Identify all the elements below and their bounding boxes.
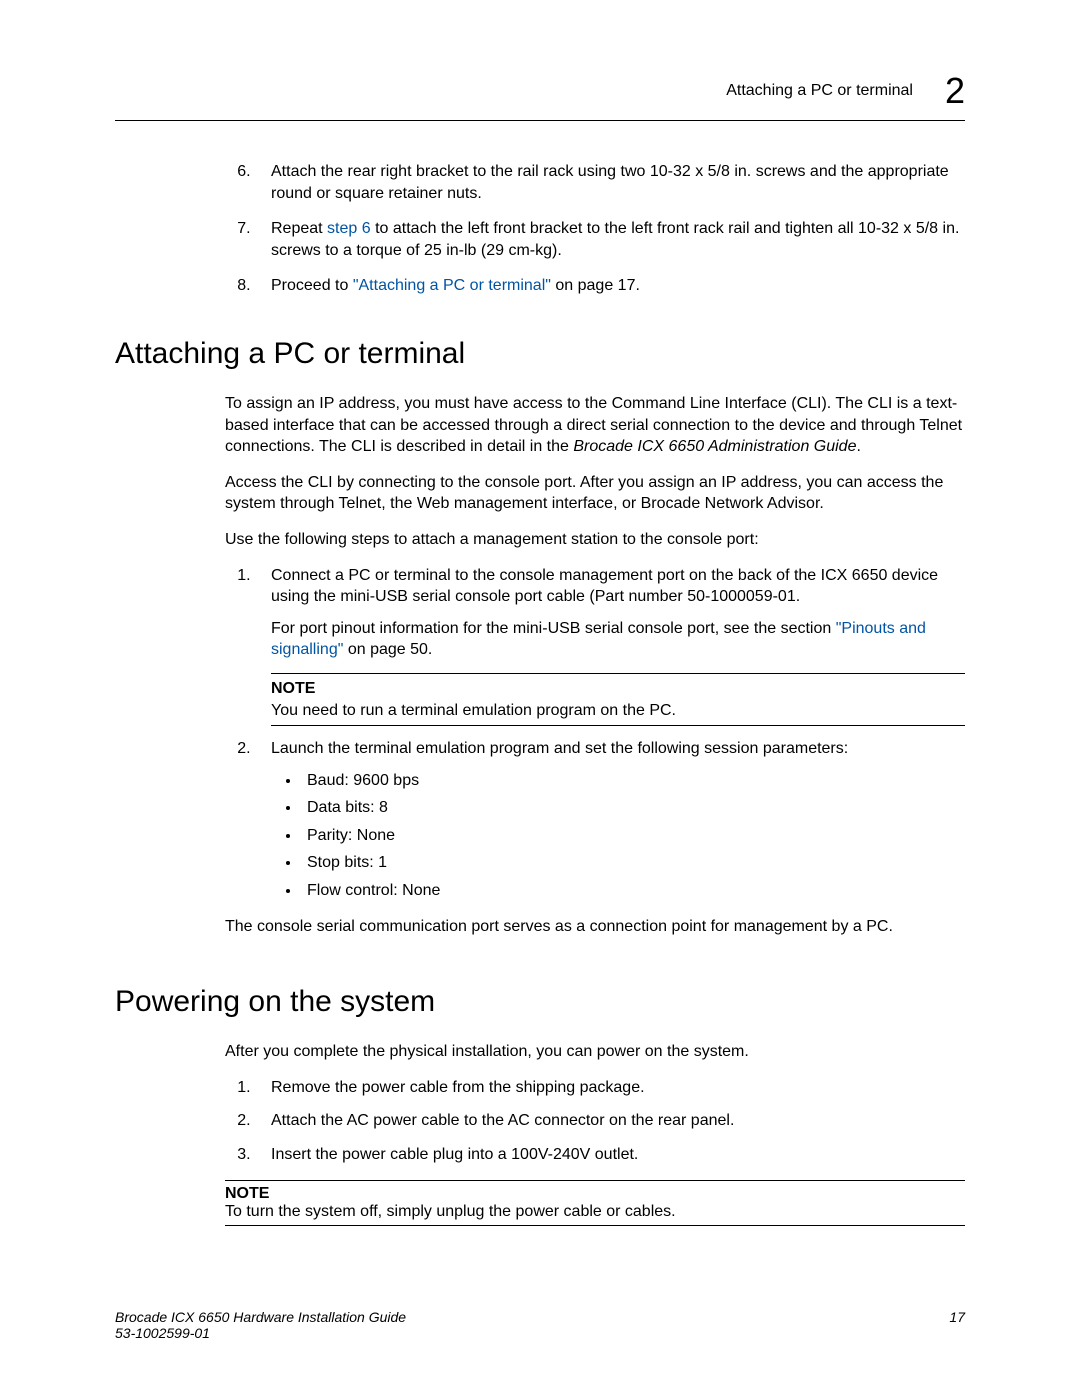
footer-left: Brocade ICX 6650 Hardware Installation G…	[115, 1309, 406, 1341]
session-params: Baud: 9600 bps Data bits: 8 Parity: None…	[271, 770, 965, 902]
s2-step-3: Insert the power cable plug into a 100V-…	[255, 1144, 965, 1166]
s2-steps: Remove the power cable from the shipping…	[115, 1077, 965, 1166]
s1-step-1-linkpara: For port pinout information for the mini…	[271, 618, 965, 661]
footer: Brocade ICX 6650 Hardware Installation G…	[115, 1309, 965, 1341]
chapter-number: 2	[945, 70, 965, 112]
s2-step-2: Attach the AC power cable to the AC conn…	[255, 1110, 965, 1132]
note-text: You need to run a terminal emulation pro…	[271, 700, 965, 722]
note-label: NOTE	[271, 678, 965, 700]
step-7: Repeat step 6 to attach the left front b…	[255, 218, 965, 261]
s2-note: NOTE To turn the system off, simply unpl…	[225, 1180, 965, 1226]
page: Attaching a PC or terminal 2 Attach the …	[0, 0, 1080, 1397]
s2-note-rule-bottom	[225, 1225, 965, 1226]
s1-note: NOTE You need to run a terminal emulatio…	[271, 673, 965, 726]
page-header: Attaching a PC or terminal 2	[115, 70, 965, 112]
s2-note-label: NOTE	[225, 1185, 965, 1203]
s1-step-1: Connect a PC or terminal to the console …	[255, 565, 965, 727]
header-rule	[115, 120, 965, 121]
heading-powering: Powering on the system	[115, 985, 965, 1019]
s1-p4: The console serial communication port se…	[115, 916, 965, 938]
s2-note-rule-top	[225, 1180, 965, 1181]
note-rule-top	[271, 673, 965, 674]
param-baud: Baud: 9600 bps	[301, 770, 965, 792]
s1-p1: To assign an IP address, you must have a…	[115, 393, 965, 458]
s2-step-1: Remove the power cable from the shipping…	[255, 1077, 965, 1099]
s2-p1: After you complete the physical installa…	[115, 1041, 965, 1063]
s1-p2: Access the CLI by connecting to the cons…	[115, 472, 965, 515]
param-parity: Parity: None	[301, 825, 965, 847]
step-6: Attach the rear right bracket to the rai…	[255, 161, 965, 204]
header-title: Attaching a PC or terminal	[726, 82, 913, 100]
step-8: Proceed to "Attaching a PC or terminal" …	[255, 275, 965, 297]
s1-step-2: Launch the terminal emulation program an…	[255, 738, 965, 902]
s1-steps: Connect a PC or terminal to the console …	[115, 565, 965, 902]
s2-note-text: To turn the system off, simply unplug th…	[225, 1203, 965, 1221]
s1-p3: Use the following steps to attach a mana…	[115, 529, 965, 551]
heading-attaching: Attaching a PC or terminal	[115, 337, 965, 371]
note-rule-bottom	[271, 725, 965, 726]
page-number: 17	[949, 1309, 965, 1341]
param-flow: Flow control: None	[301, 880, 965, 902]
continued-steps: Attach the rear right bracket to the rai…	[115, 161, 965, 297]
link-step6[interactable]: step 6	[327, 220, 371, 237]
param-stopbits: Stop bits: 1	[301, 852, 965, 874]
param-databits: Data bits: 8	[301, 797, 965, 819]
link-attaching[interactable]: "Attaching a PC or terminal"	[353, 277, 551, 294]
